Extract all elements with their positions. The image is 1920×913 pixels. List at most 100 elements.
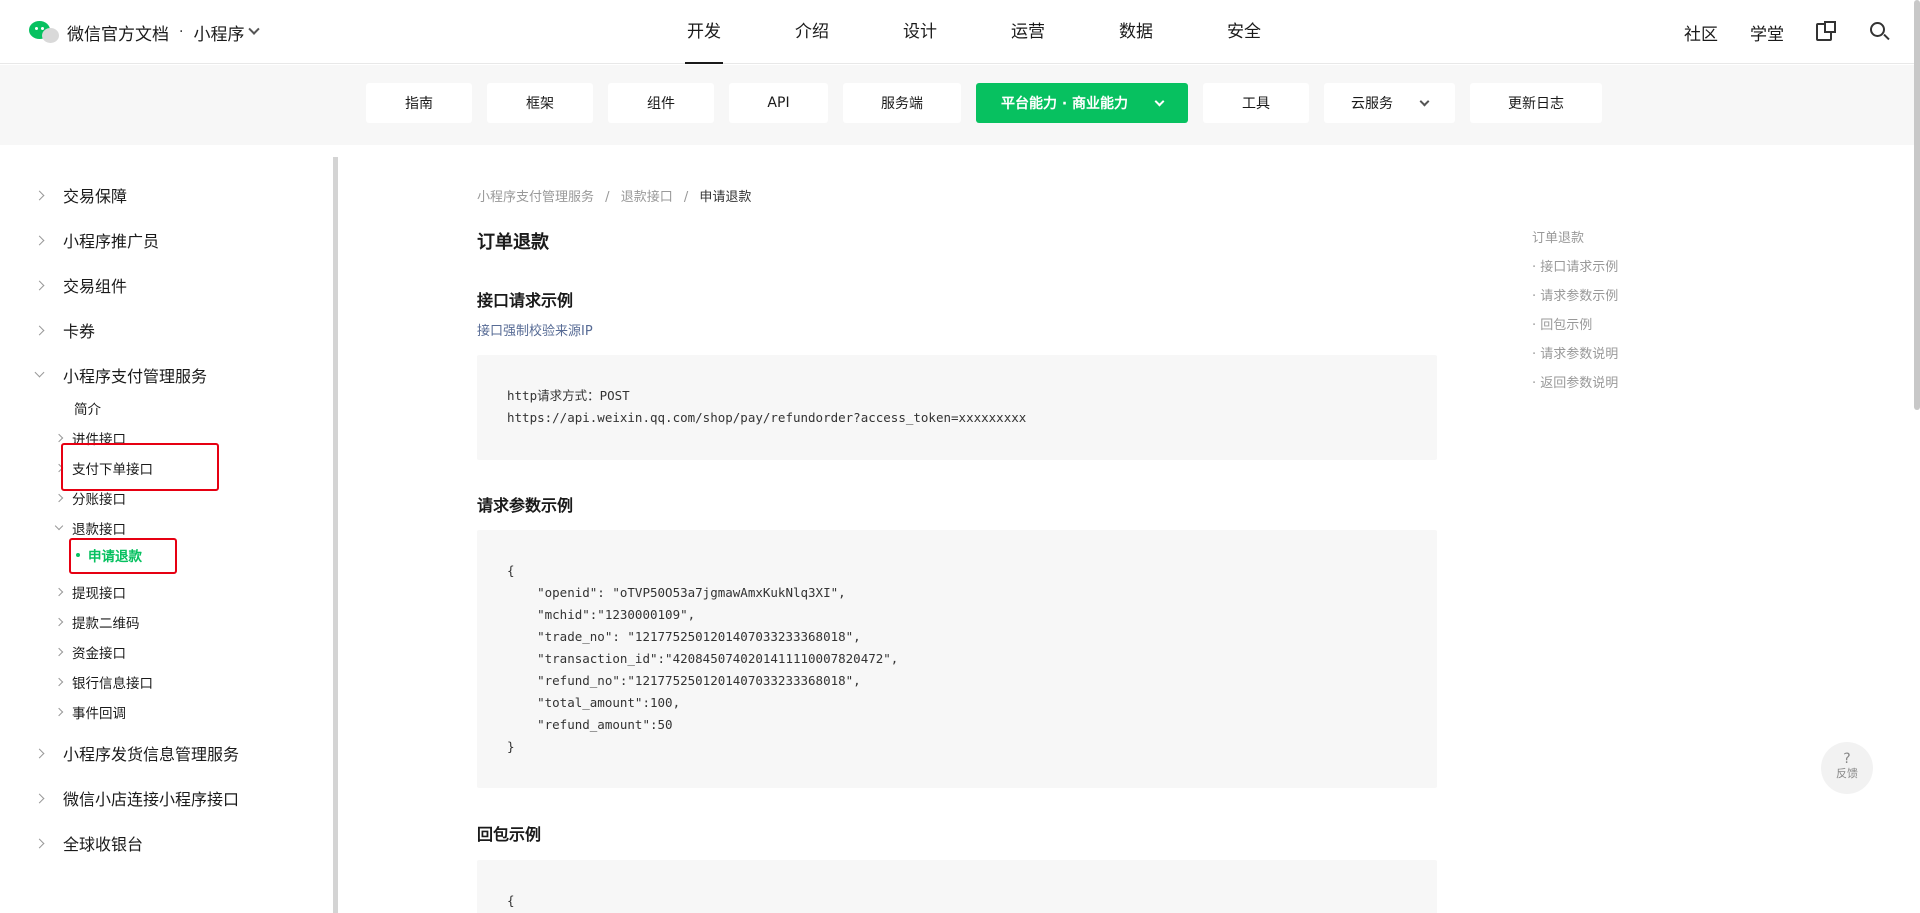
tab-framework[interactable]: 框架 [487, 83, 593, 123]
tab-changelog[interactable]: 更新日志 [1470, 83, 1602, 123]
section-heading: 回包示例 [477, 825, 542, 844]
chevron-right-icon [34, 190, 45, 200]
nav-item-operation[interactable]: 运营 [974, 0, 1082, 64]
sidebar-item-shipping-service[interactable]: 小程序发货信息管理服务 [34, 741, 239, 765]
sidebar: 交易保障 小程序推广员 交易组件 卡券 小程序支付管理服务 简介 进件接口 支付… [0, 145, 338, 913]
toc-item[interactable]: · 接口请求示例 [1532, 259, 1618, 288]
toc-item[interactable]: 订单退款 [1532, 230, 1618, 259]
search-icon[interactable] [1868, 21, 1890, 43]
nav-item-data[interactable]: 数据 [1082, 0, 1190, 64]
toc-item[interactable]: · 返回参数说明 [1532, 375, 1618, 404]
sidebar-item-payment-service[interactable]: 小程序支付管理服务 [34, 363, 208, 387]
sidebar-item-label: 交易保障 [63, 187, 128, 206]
tab-api[interactable]: API [729, 83, 828, 123]
highlight-box [69, 538, 177, 574]
sidebar-item-label: 小程序推广员 [63, 232, 160, 251]
sidebar-item-withdraw-qrcode[interactable]: 提款二维码 [54, 612, 140, 632]
sidebar-item-event-callback[interactable]: 事件回调 [54, 702, 126, 722]
sidebar-item-trade-component[interactable]: 交易组件 [34, 273, 128, 297]
brand-title[interactable]: 微信官方文档 [67, 20, 169, 45]
breadcrumb-separator: / [683, 190, 689, 205]
sidebar-item-label: 微信小店连接小程序接口 [63, 790, 240, 809]
chevron-right-icon [34, 838, 45, 848]
chevron-right-icon [54, 707, 64, 717]
tab-cloud-label: 云服务 [1351, 96, 1393, 112]
page-scrollbar[interactable] [1914, 0, 1920, 410]
chevron-right-icon [34, 793, 45, 803]
sidebar-item-fund-api[interactable]: 资金接口 [54, 642, 126, 662]
tab-platform-label: 平台能力 · 商业能力 [1000, 96, 1129, 112]
chevron-right-icon [54, 587, 64, 597]
tab-guide[interactable]: 指南 [366, 83, 472, 123]
code-text: http请求方式：POST https://api.weixin.qq.com/… [507, 388, 1027, 425]
chevron-right-icon [54, 433, 64, 443]
chevron-right-icon [54, 647, 64, 657]
sidebar-item-label: 简介 [74, 402, 101, 418]
code-text: { [507, 893, 515, 908]
sidebar-item-promoter[interactable]: 小程序推广员 [34, 228, 160, 252]
sidebar-item-label: 退款接口 [72, 522, 126, 538]
toc-item[interactable]: · 请求参数说明 [1532, 346, 1618, 375]
toc-item[interactable]: · 回包示例 [1532, 317, 1618, 346]
section-heading: 接口请求示例 [477, 291, 574, 310]
product-switcher[interactable]: 小程序 [193, 20, 261, 45]
feedback-button[interactable]: ? 反馈 [1821, 742, 1873, 794]
sidebar-item-split-api[interactable]: 分账接口 [54, 488, 126, 508]
sidebar-item-label: 交易组件 [63, 277, 128, 296]
sidebar-item-bank-api[interactable]: 银行信息接口 [54, 672, 153, 692]
sidebar-item-label: 提款二维码 [72, 616, 140, 632]
sidebar-scrollbar[interactable] [333, 157, 338, 913]
sidebar-item-coupon[interactable]: 卡券 [34, 318, 95, 342]
wechat-logo-icon [29, 19, 61, 45]
tab-server[interactable]: 服务端 [843, 83, 961, 123]
top-header: 微信官方文档 · 小程序 开发 介绍 设计 运营 数据 安全 社区 学堂 [0, 0, 1920, 64]
community-link[interactable]: 社区 [1684, 20, 1718, 45]
sidebar-item-refund-api[interactable]: 退款接口 [54, 518, 126, 538]
chevron-right-icon [54, 493, 64, 503]
sidebar-item-label: 事件回调 [72, 706, 126, 722]
sidebar-item-label: 银行信息接口 [72, 676, 153, 692]
sidebar-item-label: 小程序支付管理服务 [63, 367, 208, 386]
product-switcher-label: 小程序 [193, 24, 245, 45]
nav-item-intro[interactable]: 介绍 [758, 0, 866, 64]
tab-platform-capabilities[interactable]: 平台能力 · 商业能力 [976, 83, 1188, 123]
code-text: { "openid": "oTVP50O53a7jgmawAmxKukNlq3X… [507, 563, 899, 754]
sub-nav: 指南 框架 组件 API 服务端 平台能力 · 商业能力 工具 云服务 更新日志 [366, 83, 1617, 123]
chevron-down-icon [1419, 96, 1430, 106]
sidebar-item-trade-guarantee[interactable]: 交易保障 [34, 183, 128, 207]
section-heading: 请求参数示例 [477, 496, 574, 515]
question-icon: ? [1843, 751, 1851, 767]
breadcrumb-current: 申请退款 [699, 190, 752, 205]
sidebar-item-shop-connect[interactable]: 微信小店连接小程序接口 [34, 786, 240, 810]
chevron-down-icon [34, 367, 45, 378]
nav-item-design[interactable]: 设计 [866, 0, 974, 64]
brand-separator: · [179, 24, 184, 40]
academy-link[interactable]: 学堂 [1750, 20, 1784, 45]
sidebar-item-label: 提现接口 [72, 586, 126, 602]
breadcrumb-item[interactable]: 退款接口 [621, 190, 673, 205]
toc-item[interactable]: · 请求参数示例 [1532, 288, 1618, 317]
brand[interactable]: 微信官方文档 · 小程序 [29, 18, 261, 46]
highlight-box [61, 443, 219, 491]
sidebar-item-intro[interactable]: 简介 [56, 398, 101, 418]
breadcrumb: 小程序支付管理服务 / 退款接口 / 申请退款 [477, 186, 751, 205]
feedback-label: 反馈 [1836, 767, 1858, 780]
code-block: { [477, 860, 1437, 913]
tab-components[interactable]: 组件 [608, 83, 714, 123]
sidebar-item-withdraw-api[interactable]: 提现接口 [54, 582, 126, 602]
nav-item-develop[interactable]: 开发 [650, 0, 758, 64]
tab-tools[interactable]: 工具 [1203, 83, 1309, 123]
chevron-right-icon [34, 325, 45, 335]
chevron-right-icon [34, 235, 45, 245]
sidebar-item-label: 全球收银台 [63, 835, 144, 854]
sidebar-item-global-checkout[interactable]: 全球收银台 [34, 831, 144, 855]
tab-cloud[interactable]: 云服务 [1324, 83, 1455, 123]
table-of-contents: 订单退款 · 接口请求示例 · 请求参数示例 · 回包示例 · 请求参数说明 ·… [1532, 230, 1618, 404]
sidebar-item-label: 资金接口 [72, 646, 126, 662]
docs-switch-icon[interactable] [1816, 21, 1838, 43]
header-right: 社区 学堂 [1684, 0, 1920, 64]
breadcrumb-separator: / [605, 190, 610, 205]
breadcrumb-item[interactable]: 小程序支付管理服务 [477, 190, 594, 205]
source-ip-link[interactable]: 接口强制校验来源IP [477, 320, 593, 339]
nav-item-security[interactable]: 安全 [1190, 0, 1298, 64]
